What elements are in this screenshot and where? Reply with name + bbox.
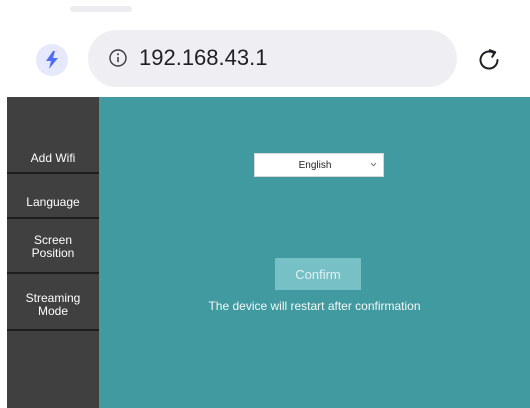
sidebar-divider: [7, 329, 99, 331]
url-text: 192.168.43.1: [139, 45, 268, 70]
sidebar-divider: [7, 272, 99, 274]
sidebar-divider: [7, 172, 99, 174]
reload-icon[interactable]: [473, 44, 505, 76]
sidebar-item-label: Language: [26, 194, 80, 209]
sidebar-item-screen-position[interactable]: Screen Position: [7, 225, 99, 269]
sidebar-item-label: Screen Position: [31, 233, 75, 260]
sidebar-item-streaming-mode[interactable]: Streaming Mode: [7, 283, 99, 327]
confirm-button[interactable]: Confirm: [275, 258, 361, 290]
restart-note: The device will restart after confirmati…: [208, 299, 421, 313]
sidebar-item-add-wifi[interactable]: Add Wifi: [7, 144, 99, 172]
sidebar-item-label: Add Wifi: [30, 150, 76, 165]
address-bar[interactable]: 192.168.43.1: [88, 30, 457, 87]
sidebar: Add Wifi Language Screen Position Stream…: [7, 97, 99, 408]
sidebar-item-label: Streaming Mode: [25, 291, 81, 318]
status-bar-fragment: [70, 6, 132, 12]
browser-toolbar: 192.168.43.1: [0, 0, 530, 97]
language-select[interactable]: English: [254, 153, 384, 177]
info-icon[interactable]: [109, 49, 127, 67]
lightning-bolt-icon[interactable]: [36, 44, 68, 76]
chevron-down-icon: [370, 162, 377, 167]
language-select-value: English: [298, 159, 332, 171]
sidebar-divider: [7, 217, 99, 219]
content-panel: English Confirm The device will restart …: [99, 97, 530, 408]
sidebar-item-language[interactable]: Language: [7, 188, 99, 216]
